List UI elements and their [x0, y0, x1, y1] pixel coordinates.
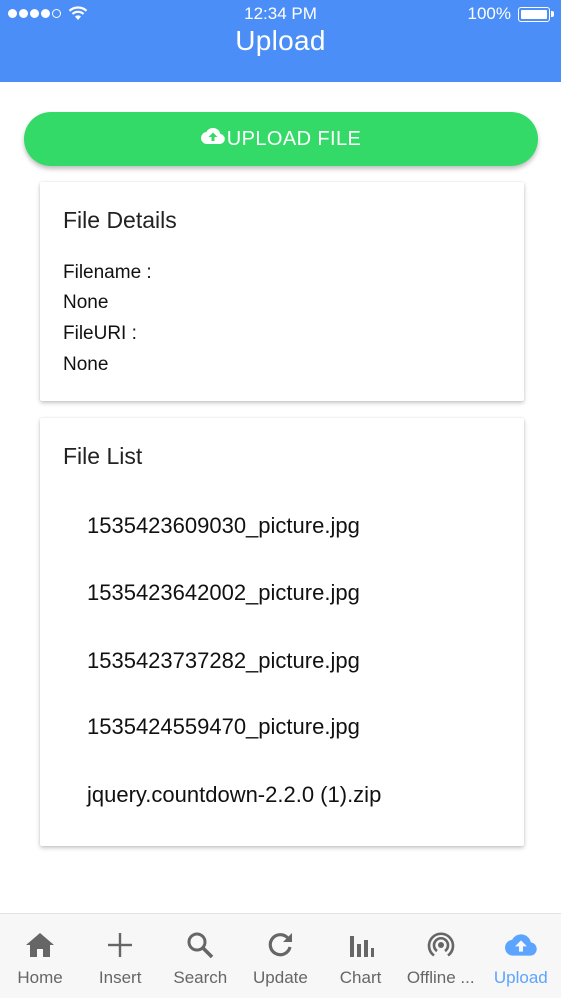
tab-upload[interactable]: Upload	[481, 914, 561, 998]
tab-label: Home	[17, 968, 63, 987]
search-icon	[160, 929, 240, 961]
file-list-item[interactable]: jquery.countdown-2.2.0 (1).zip	[87, 782, 381, 808]
file-list-item[interactable]: 1535423737282_picture.jpg	[87, 648, 360, 674]
cloud-upload-icon	[481, 929, 561, 961]
battery-icon	[518, 7, 554, 22]
tab-label: Update	[253, 968, 308, 987]
file-list-title: File List	[63, 443, 143, 469]
tab-label: Search	[173, 968, 228, 987]
battery-percentage: 100%	[467, 4, 511, 23]
tab-label: Offline ...	[406, 968, 475, 987]
filename-label: Filename :	[63, 262, 152, 283]
filename-value: None	[63, 292, 109, 313]
app-header: 12:34 PM 100% Upload	[0, 0, 561, 82]
cloud-upload-icon	[200, 127, 227, 151]
plus-icon	[80, 929, 160, 961]
file-details-card: File Details Filename : None FileURI : N…	[40, 182, 524, 401]
file-list-item[interactable]: 1535424559470_picture.jpg	[87, 714, 360, 740]
tab-chart[interactable]: Chart	[321, 914, 401, 998]
status-bar: 12:34 PM 100%	[0, 0, 561, 28]
upload-file-button[interactable]: UPLOAD FILE	[24, 112, 538, 166]
file-list-item[interactable]: 1535423609030_picture.jpg	[87, 513, 360, 539]
file-list-card: File List 1535423609030_picture.jpg 1535…	[40, 418, 524, 846]
bottom-tab-bar: Home Insert Search Update Chart Offline …	[0, 913, 561, 998]
fileuri-value: None	[63, 354, 109, 375]
tab-search[interactable]: Search	[160, 914, 240, 998]
broadcast-icon	[401, 929, 481, 961]
upload-file-label: UPLOAD FILE	[226, 127, 362, 150]
file-details-title: File Details	[63, 207, 177, 233]
file-list-item[interactable]: 1535423642002_picture.jpg	[87, 580, 360, 606]
bar-chart-icon	[321, 929, 401, 961]
page-title: Upload	[235, 25, 326, 56]
refresh-icon	[240, 929, 320, 961]
tab-label: Upload	[493, 968, 548, 987]
tab-home[interactable]: Home	[0, 914, 80, 998]
tab-update[interactable]: Update	[240, 914, 320, 998]
tab-label: Insert	[98, 968, 142, 987]
home-icon	[0, 929, 80, 961]
tab-label: Chart	[339, 968, 382, 987]
fileuri-label: FileURI :	[63, 323, 137, 344]
tab-offline[interactable]: Offline ...	[401, 914, 481, 998]
tab-insert[interactable]: Insert	[80, 914, 160, 998]
